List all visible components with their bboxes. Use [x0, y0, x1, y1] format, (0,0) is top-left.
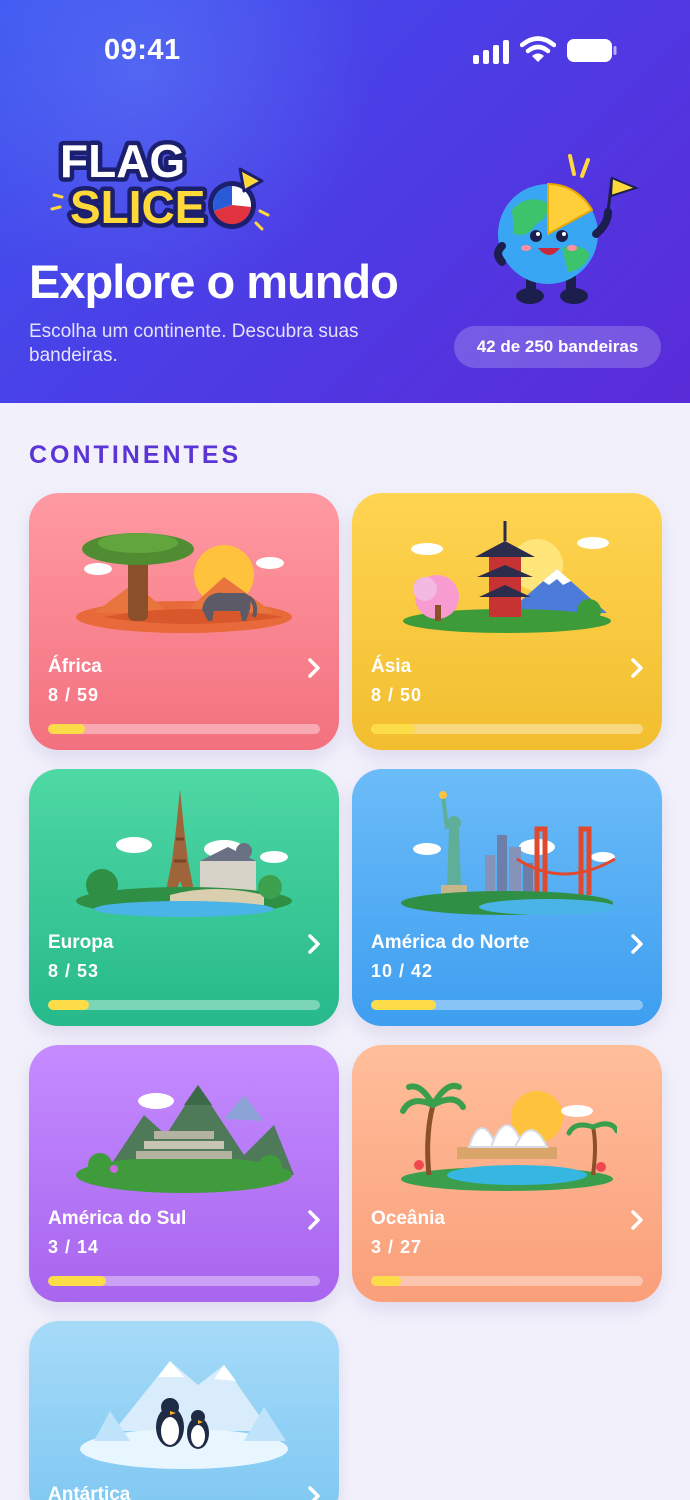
continent-count: 8 / 59 — [48, 685, 100, 705]
page-subtitle: Escolha um continente. Descubra suas ban… — [29, 321, 359, 366]
oceania-illustration — [400, 1082, 617, 1191]
progress-fill — [371, 724, 415, 734]
continent-count: 8 / 50 — [371, 685, 423, 705]
progress-track — [48, 724, 320, 734]
battery-icon — [567, 39, 617, 62]
asia-illustration — [403, 521, 611, 633]
section-title: CONTINENTES — [29, 441, 242, 469]
africa-illustration — [76, 533, 292, 633]
continent-name: África — [48, 656, 102, 677]
europe-illustration — [76, 789, 292, 917]
continent-card-oceania[interactable]: Oceânia 3 / 27 — [352, 1045, 662, 1302]
progress-fill — [371, 1000, 436, 1010]
progress-track — [48, 1276, 320, 1286]
continent-name: Oceânia — [371, 1208, 445, 1229]
chevron-right-icon — [308, 934, 320, 954]
continent-card-africa[interactable]: África 8 / 59 — [29, 493, 339, 750]
continent-card-antarctica[interactable]: Antártica — [29, 1321, 339, 1500]
progress-fill — [48, 724, 85, 734]
progress-fill — [48, 1276, 107, 1286]
continent-count: 10 / 42 — [371, 961, 434, 981]
continent-card-asia[interactable]: Ásia 8 / 50 — [352, 493, 662, 750]
continent-name: Ásia — [371, 656, 412, 677]
north-america-illustration — [401, 791, 616, 915]
continent-count: 3 / 27 — [371, 1237, 423, 1257]
flag-slice-logo: FLAG FLAG SLICE SLICE — [50, 131, 270, 235]
continent-name: América do Sul — [48, 1208, 187, 1229]
continent-name: América do Norte — [371, 932, 530, 953]
continent-card-north-america[interactable]: América do Norte 10 / 42 — [352, 769, 662, 1026]
chevron-right-icon — [631, 934, 643, 954]
south-america-illustration — [76, 1085, 294, 1193]
continent-count: 8 / 53 — [48, 961, 100, 981]
chevron-right-icon — [308, 658, 320, 678]
flags-progress-pill: 42 de 250 bandeiras — [454, 326, 661, 368]
continent-card-europe[interactable]: Europa 8 / 53 — [29, 769, 339, 1026]
continent-name: Europa — [48, 932, 114, 953]
progress-track — [371, 1276, 643, 1286]
chevron-right-icon — [631, 658, 643, 678]
cellular-signal-icon — [473, 38, 509, 64]
progress-fill — [371, 1276, 402, 1286]
chevron-right-icon — [308, 1210, 320, 1230]
progress-track — [371, 1000, 643, 1010]
globe-mascot-icon — [494, 154, 639, 304]
hero-header: 09:41 FLAG FLAG SLICE SLICE Explore o mu… — [0, 0, 690, 403]
continent-name: Antártica — [48, 1484, 131, 1500]
progress-track — [371, 724, 643, 734]
continent-count: 3 / 14 — [48, 1237, 100, 1257]
page-title: Explore o mundo — [29, 255, 399, 308]
wifi-icon — [520, 36, 556, 62]
antarctica-illustration — [80, 1361, 288, 1469]
continent-card-south-america[interactable]: América do Sul 3 / 14 — [29, 1045, 339, 1302]
status-time: 09:41 — [104, 34, 181, 66]
svg-text:FLAG: FLAG — [60, 135, 185, 187]
chevron-right-icon — [308, 1486, 320, 1500]
chevron-right-icon — [631, 1210, 643, 1230]
progress-fill — [48, 1000, 90, 1010]
svg-text:SLICE: SLICE — [70, 181, 205, 233]
progress-track — [48, 1000, 320, 1010]
